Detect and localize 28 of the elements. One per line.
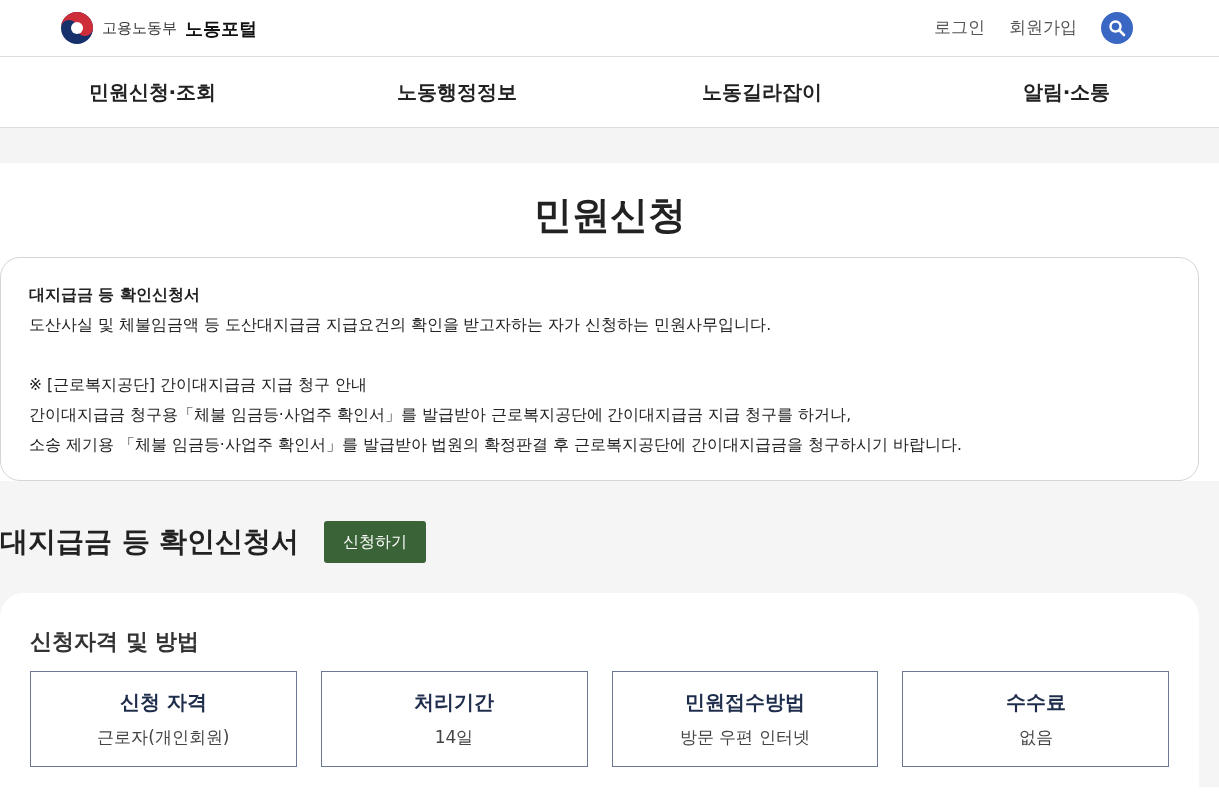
- info-value: 근로자(개인회원): [97, 726, 230, 750]
- info-value: 없음: [1018, 726, 1053, 750]
- page-title: 민원신청: [532, 193, 687, 239]
- header-link[interactable]: 로그인: [934, 15, 985, 41]
- apply-button[interactable]: 신청하기: [323, 520, 426, 563]
- notice-text: 도산사실 및 체불임금액 등 도산대지급금 지급요건의 확인을 받고자하는 자가 신청하는 민원사무입니다.: [29, 314, 773, 336]
- notice-text: 간이대지급금 청구용「체불 임금등·사업주 확인서」를 발급받아 근로복지공단에 간이대지급금 지급 청구를 하거나,: [29, 404, 853, 426]
- nav-menu-item[interactable]: 노동길라잡이: [609, 77, 915, 107]
- info-value: 방문 우편 인터넷: [679, 726, 810, 750]
- notice-title: 대지급금 등 확인신청서: [29, 284, 201, 306]
- search-button[interactable]: [1101, 12, 1133, 44]
- emblem-icon: [60, 11, 94, 45]
- ministry-name: 고용노동부: [102, 17, 177, 39]
- info-label: 수수료: [1005, 689, 1066, 717]
- info-value: 14일: [434, 726, 474, 750]
- info-label: 신청 자격: [119, 689, 207, 717]
- info-label: 민원접수방법: [684, 689, 805, 717]
- nav-menu-item[interactable]: 알림·소통: [914, 77, 1219, 107]
- notice-text: 소송 제기용 「체불 임금등·사업주 확인서」를 발급받아 법원의 확정판결 후 근로복지공단에 간이대지급금을 청구하시기 바랍니다.: [29, 434, 963, 456]
- form-title: 대지급금 등 확인신청서: [0, 524, 300, 559]
- portal-name[interactable]: 노동포털: [185, 14, 257, 42]
- header-link[interactable]: 회원가입: [1009, 15, 1077, 41]
- nav-menu-item[interactable]: 노동행정정보: [304, 77, 610, 107]
- notice-text: ※ [근로복지공단] 간이대지급금 지급 청구 안내: [29, 374, 368, 396]
- section-title: 신청자격 및 방법: [30, 628, 201, 655]
- info-label: 처리기간: [414, 689, 495, 717]
- nav-menu-item[interactable]: 민원신청·조회: [0, 77, 305, 107]
- search-icon: [1108, 19, 1126, 37]
